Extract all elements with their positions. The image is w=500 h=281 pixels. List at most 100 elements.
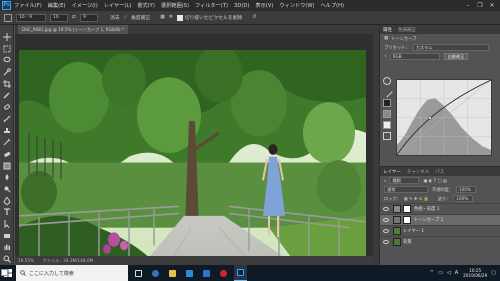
layer-item-curves[interactable]: トーンカーブ 1 — [380, 214, 500, 225]
stamp-tool-icon[interactable] — [2, 127, 11, 135]
reset-icon[interactable]: ↺ — [252, 15, 256, 20]
auto-button[interactable]: 自動補正 — [443, 53, 469, 60]
ratio-select[interactable]: 16 : 9 — [16, 13, 46, 22]
gray-eyedropper-icon[interactable] — [383, 110, 391, 118]
dodge-tool-icon[interactable] — [2, 185, 11, 193]
blend-mode-select[interactable]: 通常 — [384, 186, 428, 193]
canvas-area[interactable] — [15, 34, 373, 281]
network-icon[interactable]: ▭ — [438, 270, 443, 276]
lasso-tool-icon[interactable] — [2, 56, 11, 64]
foreground-color-swatch[interactable] — [1, 268, 8, 276]
healing-brush-tool-icon[interactable] — [2, 103, 11, 111]
visibility-eye-icon[interactable] — [383, 207, 389, 211]
swap-icon[interactable]: ⇄ — [72, 15, 76, 20]
file-explorer-icon[interactable] — [166, 265, 179, 281]
width-field[interactable]: 16 — [50, 13, 68, 22]
hand-tool-icon[interactable] — [2, 243, 11, 251]
taskbar-clock[interactable]: 10:25 2019/06/29 — [463, 268, 487, 278]
task-view-icon[interactable] — [132, 265, 145, 281]
grid-overlay-icon[interactable]: ▦ — [160, 15, 165, 20]
notifications-icon[interactable]: ▢ — [491, 270, 496, 276]
restore-button[interactable]: ❐ — [474, 2, 486, 9]
zoom-tool-icon[interactable] — [2, 255, 11, 263]
store-icon[interactable] — [183, 265, 196, 281]
layer-item-layer1[interactable]: レイヤー 1 — [380, 225, 500, 236]
tab-adjustments[interactable]: 色調補正 — [398, 27, 416, 33]
menu-file[interactable]: ファイル(F) — [14, 2, 42, 9]
hand-target-icon[interactable]: ☝ — [384, 54, 387, 59]
ps-logo: Ps — [2, 1, 11, 10]
straighten-button[interactable]: 角度補正 — [131, 14, 150, 21]
menu-select[interactable]: 選択範囲(S) — [161, 2, 189, 9]
menu-edit[interactable]: 編集(E) — [48, 2, 66, 9]
quick-select-tool-icon[interactable] — [2, 68, 11, 76]
menu-view[interactable]: 表示(V) — [255, 2, 273, 9]
height-field[interactable]: 9 — [80, 13, 99, 22]
tab-layers[interactable]: レイヤー — [383, 169, 401, 175]
path-select-tool-icon[interactable] — [2, 220, 11, 228]
menu-image[interactable]: イメージ(I) — [72, 2, 98, 9]
chevron-up-icon[interactable]: ^ — [430, 270, 434, 276]
gradient-tool-icon[interactable] — [2, 162, 11, 170]
clear-button[interactable]: 消去 — [110, 14, 120, 21]
taskbar-search[interactable]: ここに入力して検索 — [16, 265, 128, 281]
curves-graph[interactable] — [396, 79, 492, 156]
pen-tool-icon[interactable] — [2, 196, 11, 205]
channel-select[interactable]: RGB — [389, 53, 440, 60]
layer-mask-thumbnail[interactable] — [403, 205, 411, 213]
lock-row: ロック： ▦ ✎ ✥ ⊡ 🔒 塗り： 100% — [380, 194, 500, 203]
fill-field[interactable]: 100% — [453, 195, 474, 202]
smooth-curve-icon[interactable] — [383, 132, 391, 140]
close-button[interactable]: ✕ — [486, 2, 498, 9]
brush-tool-icon[interactable] — [2, 115, 11, 123]
curves-svg[interactable] — [396, 79, 492, 156]
type-tool-icon[interactable] — [2, 208, 11, 216]
opacity-field[interactable]: 100% — [455, 186, 476, 193]
edge-browser-icon[interactable] — [149, 265, 162, 281]
menu-3d[interactable]: 3D(D) — [234, 3, 249, 9]
photoshop-taskbar-icon[interactable] — [234, 265, 247, 281]
layer-item-hue-saturation[interactable]: 色相・彩度 1 — [380, 203, 500, 214]
pencil-tool-icon[interactable] — [381, 86, 393, 98]
record-app-icon[interactable] — [217, 265, 230, 281]
black-eyedropper-icon[interactable] — [383, 99, 391, 107]
volume-icon[interactable]: ◁ — [447, 270, 451, 276]
lock-icons[interactable]: ▦ ✎ ✥ ⊡ 🔒 — [404, 196, 429, 202]
preset-select[interactable]: カスタム — [412, 44, 489, 51]
layer-item-background[interactable]: 背景 — [380, 236, 500, 247]
minimize-button[interactable]: – — [462, 2, 474, 9]
tab-paths[interactable]: パス — [435, 169, 444, 175]
straighten-icon[interactable]: ⟋ — [124, 15, 127, 21]
move-tool-icon[interactable] — [2, 33, 11, 41]
eyedropper-tool-icon[interactable] — [2, 91, 11, 99]
crop-tool-preset-icon[interactable] — [4, 13, 12, 22]
history-brush-tool-icon[interactable] — [2, 138, 11, 146]
layer-mask-thumbnail[interactable] — [403, 216, 411, 224]
eraser-tool-icon[interactable] — [2, 150, 11, 158]
rectangle-tool-icon[interactable] — [2, 232, 11, 240]
menu-layer[interactable]: レイヤー(L) — [104, 2, 132, 9]
crop-tool-icon[interactable] — [2, 79, 11, 88]
blur-tool-icon[interactable] — [2, 173, 11, 181]
settings-gear-icon[interactable]: ✲ — [169, 15, 173, 20]
white-eyedropper-icon[interactable] — [383, 121, 391, 129]
visibility-eye-icon[interactable] — [383, 218, 389, 222]
document-tab[interactable]: DSC_9081.jpg @ 19.5% (トーンカーブ 1, RGB/8) * — [18, 25, 128, 34]
fill-label: 塗り： — [437, 195, 451, 201]
ime-icon[interactable]: A — [455, 270, 458, 276]
layer-filter-select[interactable]: 種類 — [389, 177, 420, 184]
marquee-tool-icon[interactable] — [2, 45, 11, 53]
delete-cropped-checkbox[interactable] — [176, 14, 183, 21]
filter-icons[interactable]: ▣ ◐ T ▢ ▤ — [423, 178, 446, 183]
visibility-eye-icon[interactable] — [383, 229, 389, 233]
visibility-eye-icon[interactable] — [383, 240, 389, 244]
mail-icon[interactable] — [200, 265, 213, 281]
tab-properties[interactable]: 属性 — [383, 27, 392, 33]
point-tool-icon[interactable] — [383, 77, 391, 85]
canvas-photo[interactable] — [19, 50, 366, 281]
menu-window[interactable]: ウィンドウ(W) — [279, 2, 314, 9]
menu-help[interactable]: ヘルプ(H) — [320, 2, 344, 9]
tab-channels[interactable]: チャンネル — [407, 169, 429, 175]
menu-filter[interactable]: フィルター(T) — [195, 2, 228, 9]
menu-type[interactable]: 書式(Y) — [137, 2, 155, 9]
